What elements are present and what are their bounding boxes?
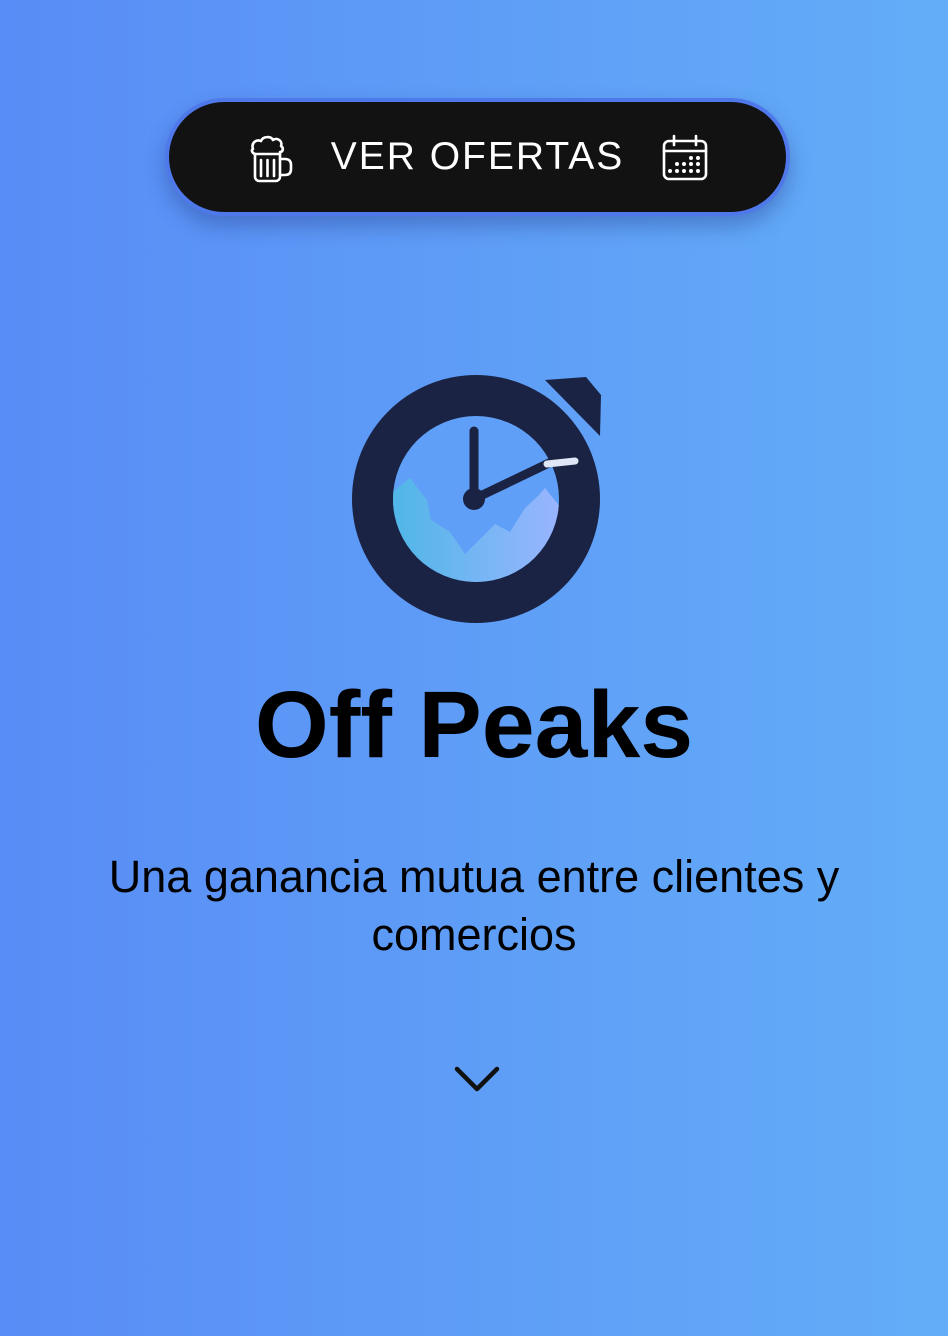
hero-subtitle: Una ganancia mutua entre clientes y come… bbox=[108, 851, 840, 960]
chevron-down-icon[interactable] bbox=[448, 1056, 506, 1102]
beer-mug-icon bbox=[250, 135, 293, 183]
ver-ofertas-label: VER OFERTAS bbox=[330, 135, 625, 178]
stopwatch-logo bbox=[352, 375, 601, 623]
page-title: Off Peaks bbox=[254, 672, 694, 778]
ver-ofertas-button[interactable]: VER OFERTAS bbox=[165, 98, 790, 216]
calendar-icon bbox=[662, 134, 708, 181]
